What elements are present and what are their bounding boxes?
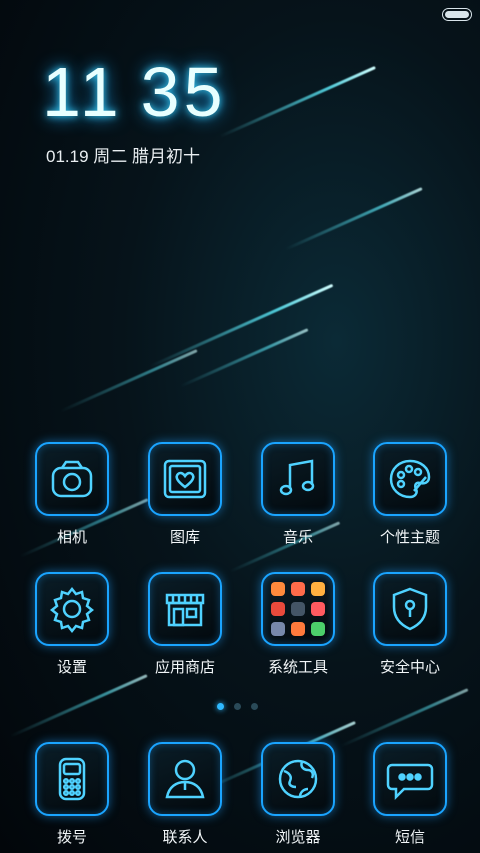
globe-icon [261, 742, 335, 816]
app-label: 应用商店 [154, 659, 215, 676]
app-contacts[interactable]: 联系人 [140, 742, 230, 847]
app-label: 设置 [56, 659, 87, 676]
page-dot[interactable] [234, 703, 241, 710]
app-label: 拨号 [56, 829, 87, 846]
app-messages[interactable]: 短信 [365, 742, 455, 847]
app-theme[interactable]: 个性主题 [365, 442, 455, 547]
app-music[interactable]: 音乐 [253, 442, 343, 547]
app-settings[interactable]: 设置 [27, 572, 117, 677]
contact-icon [148, 742, 222, 816]
page-dot[interactable] [217, 703, 224, 710]
app-camera[interactable]: 相机 [27, 442, 117, 547]
clock: 11 35 [42, 52, 227, 132]
folder-icon [261, 572, 335, 646]
app-store[interactable]: 应用商店 [140, 572, 230, 677]
app-label: 联系人 [162, 829, 208, 846]
palette-icon [373, 442, 447, 516]
shield-icon [373, 572, 447, 646]
app-label: 相机 [56, 529, 87, 546]
app-label: 音乐 [282, 529, 313, 546]
message-icon [373, 742, 447, 816]
app-label: 安全中心 [379, 659, 440, 676]
store-icon [148, 572, 222, 646]
clock-minute: 35 [140, 53, 227, 131]
battery-icon [442, 8, 472, 21]
app-dialer[interactable]: 拨号 [27, 742, 117, 847]
app-system-tools[interactable]: 系统工具 [253, 572, 343, 677]
clock-hour: 11 [42, 53, 123, 131]
page-indicator[interactable] [217, 703, 258, 710]
app-label: 个性主题 [379, 529, 440, 546]
app-gallery[interactable]: 图库 [140, 442, 230, 547]
app-label: 图库 [169, 529, 200, 546]
gear-icon [35, 572, 109, 646]
camera-icon [35, 442, 109, 516]
app-label: 短信 [394, 829, 425, 846]
app-label: 系统工具 [267, 659, 328, 676]
date-label: 01.19 周二 腊月初十 [46, 147, 200, 166]
music-note-icon [261, 442, 335, 516]
app-label: 浏览器 [275, 829, 321, 846]
app-browser[interactable]: 浏览器 [253, 742, 343, 847]
phone-icon [35, 742, 109, 816]
gallery-icon [148, 442, 222, 516]
app-security[interactable]: 安全中心 [365, 572, 455, 677]
page-dot[interactable] [251, 703, 258, 710]
